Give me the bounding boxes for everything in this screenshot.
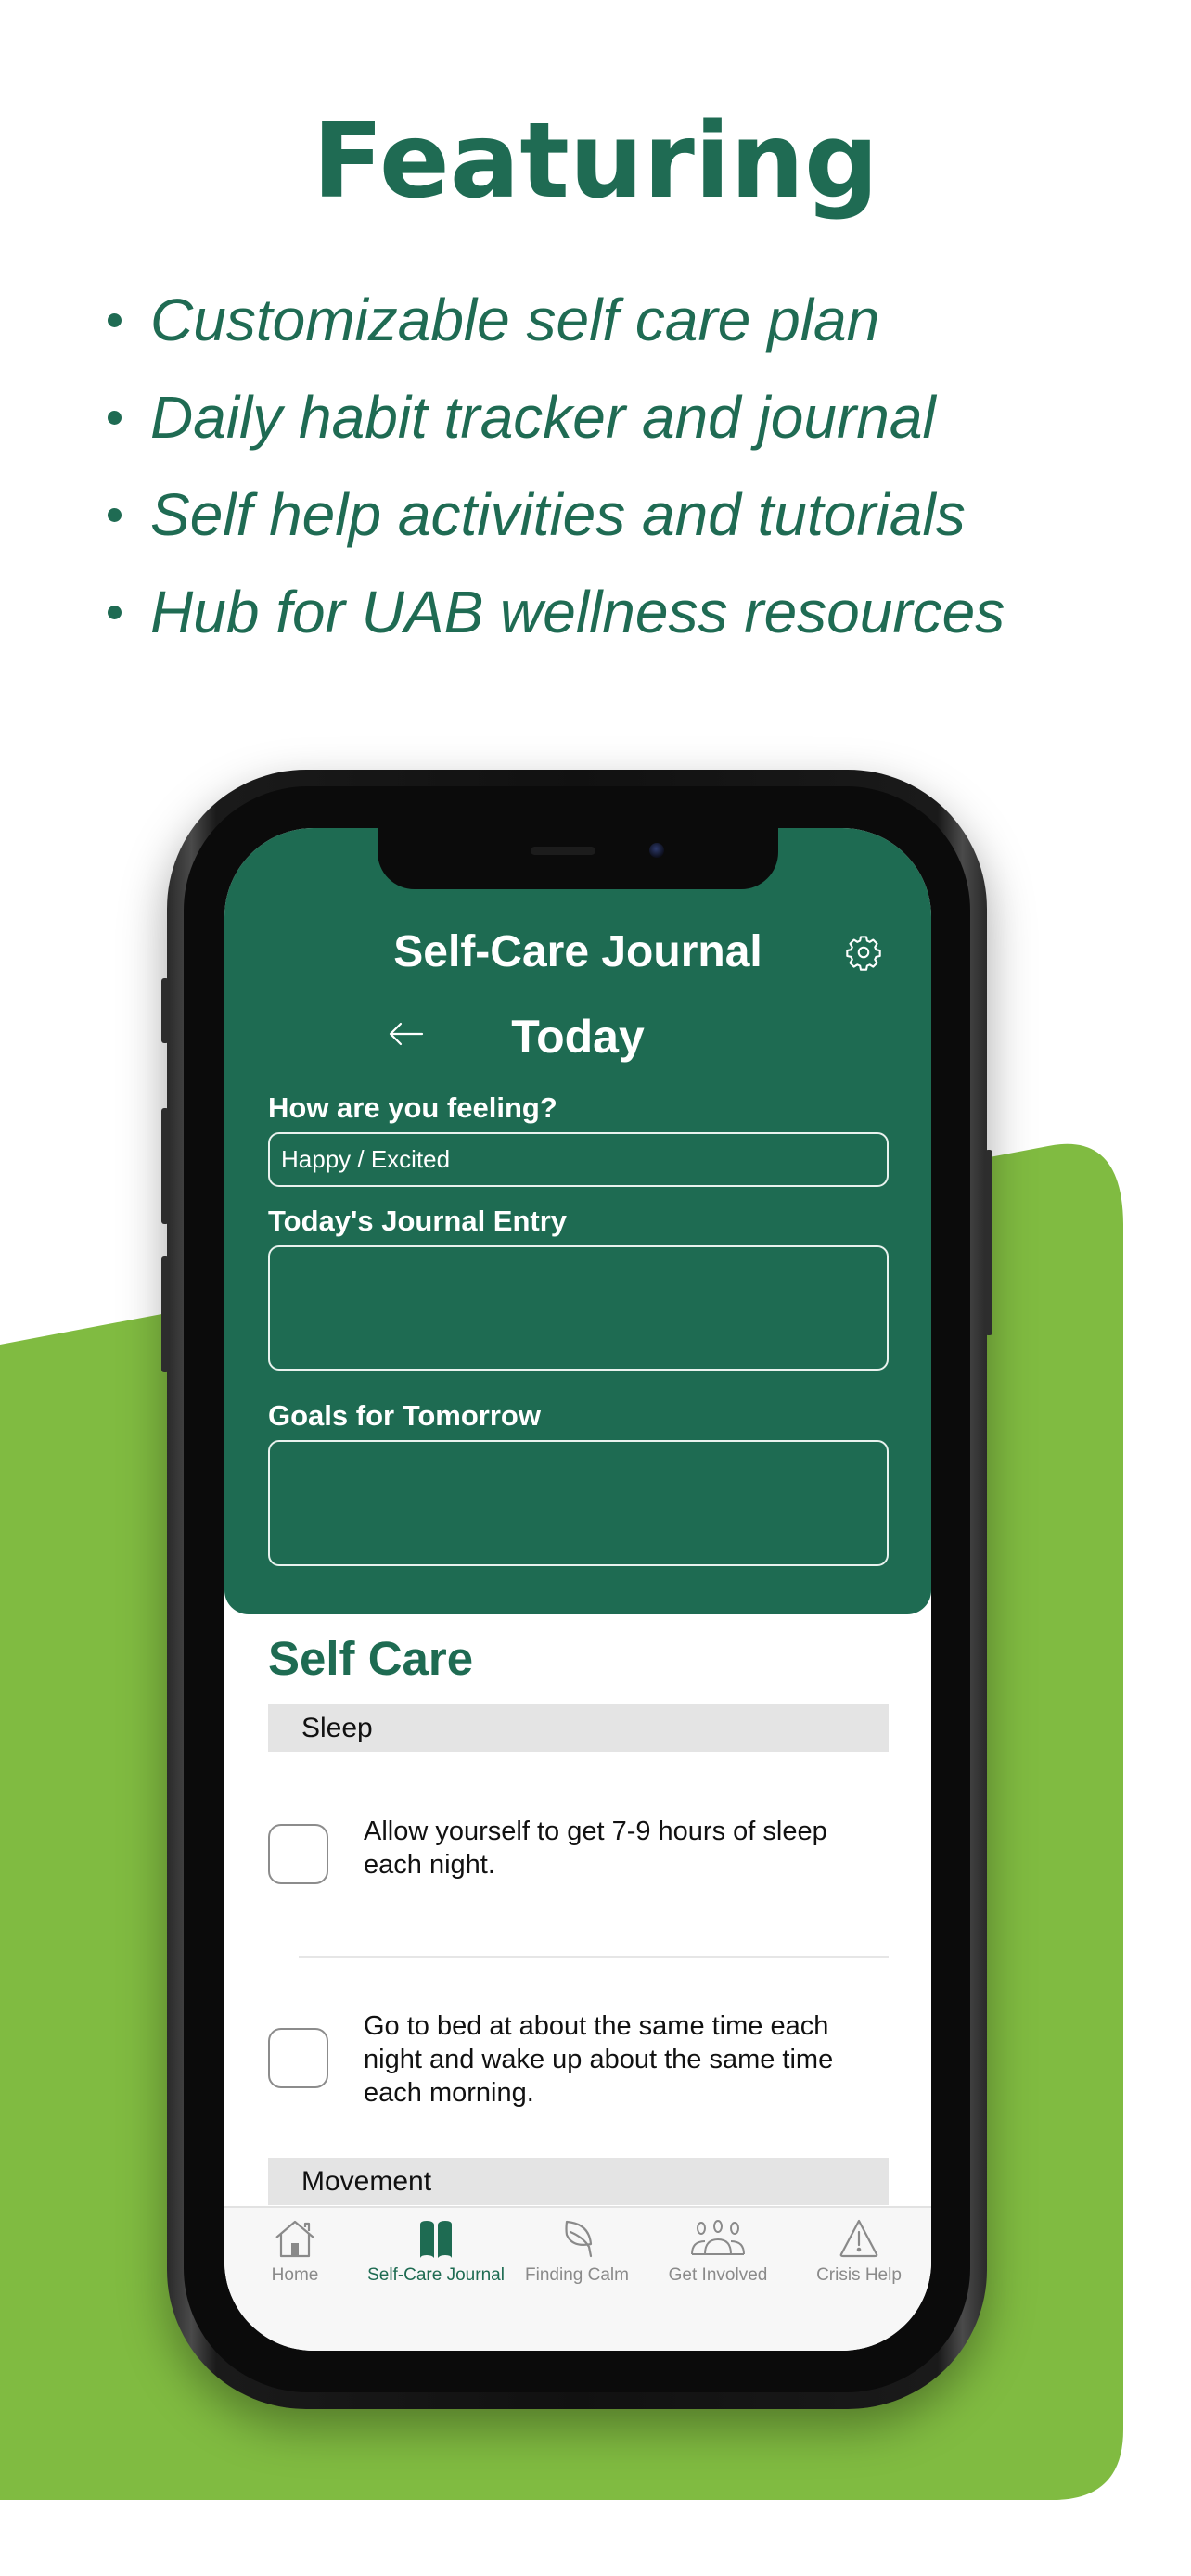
journal-entry-textarea[interactable] xyxy=(268,1245,889,1371)
bullet-icon xyxy=(108,508,122,522)
home-icon xyxy=(275,2220,314,2258)
tab-label: Finding Calm xyxy=(525,2265,629,2285)
phone-screen: Self-Care Journal Today How are you feel… xyxy=(224,828,931,2351)
camera-icon xyxy=(649,843,664,858)
speaker-grille xyxy=(531,847,596,855)
tab-label: Crisis Help xyxy=(816,2265,902,2285)
feature-item: Customizable self care plan xyxy=(104,278,1005,376)
tab-bar: Home Self-Care Journal Finding Calm Get … xyxy=(224,2206,931,2351)
warning-icon xyxy=(839,2219,878,2258)
tab-get-involved[interactable]: Get Involved xyxy=(647,2219,788,2302)
feature-item: Daily habit tracker and journal xyxy=(104,376,1005,473)
journal-entry-label: Today's Journal Entry xyxy=(268,1205,568,1237)
tab-self-care-journal[interactable]: Self-Care Journal xyxy=(365,2219,506,2302)
book-icon xyxy=(420,2221,452,2258)
feature-text: Self help activities and tutorials xyxy=(150,481,966,548)
tab-label: Home xyxy=(271,2265,319,2285)
goals-textarea[interactable] xyxy=(268,1440,889,1566)
task-checkbox[interactable] xyxy=(268,1824,328,1884)
feature-text: Customizable self care plan xyxy=(150,287,880,353)
task-text: Allow yourself to get 7-9 hours of sleep… xyxy=(364,1817,827,1880)
tab-finding-calm[interactable]: Finding Calm xyxy=(506,2219,647,2302)
arrow-left-icon xyxy=(389,1022,424,1046)
feature-text: Daily habit tracker and journal xyxy=(150,384,936,451)
journal-header-panel: Self-Care Journal Today How are you feel… xyxy=(224,828,931,1614)
feature-list: Customizable self care plan Daily habit … xyxy=(104,278,1005,668)
notch xyxy=(378,828,778,889)
people-icon xyxy=(691,2220,745,2255)
settings-button[interactable] xyxy=(842,931,885,974)
bullet-icon xyxy=(108,313,122,327)
category-header-sleep: Sleep xyxy=(268,1704,889,1752)
power-button xyxy=(985,1150,992,1335)
feature-item: Self help activities and tutorials xyxy=(104,473,1005,570)
promo-title: Featuring xyxy=(312,101,879,222)
task-checkbox[interactable] xyxy=(268,2028,328,2088)
tab-label: Self-Care Journal xyxy=(367,2265,505,2285)
feeling-input[interactable] xyxy=(268,1132,889,1187)
bullet-icon xyxy=(108,606,122,619)
tab-crisis-help[interactable]: Crisis Help xyxy=(788,2219,929,2302)
gear-icon xyxy=(846,936,881,971)
feeling-label: How are you feeling? xyxy=(268,1091,557,1124)
tab-label: Get Involved xyxy=(668,2265,768,2285)
task-text: Go to bed at about the same time each ni… xyxy=(364,2011,834,2108)
leaf-icon xyxy=(565,2220,593,2258)
bullet-icon xyxy=(108,411,122,425)
page-title: Today xyxy=(511,1011,645,1063)
silent-switch xyxy=(161,978,169,1043)
category-header-movement: Movement xyxy=(268,2158,889,2205)
volume-down-button xyxy=(161,1256,169,1372)
app-title: Self-Care Journal xyxy=(393,927,762,976)
tab-home[interactable]: Home xyxy=(224,2219,365,2302)
feature-text: Hub for UAB wellness resources xyxy=(150,579,1005,645)
back-button[interactable] xyxy=(382,1010,430,1058)
task-divider xyxy=(299,1956,889,1958)
volume-up-button xyxy=(161,1108,169,1224)
feature-item: Hub for UAB wellness resources xyxy=(104,570,1005,668)
goals-label: Goals for Tomorrow xyxy=(268,1399,541,1432)
self-care-title: Self Care xyxy=(268,1632,474,1685)
